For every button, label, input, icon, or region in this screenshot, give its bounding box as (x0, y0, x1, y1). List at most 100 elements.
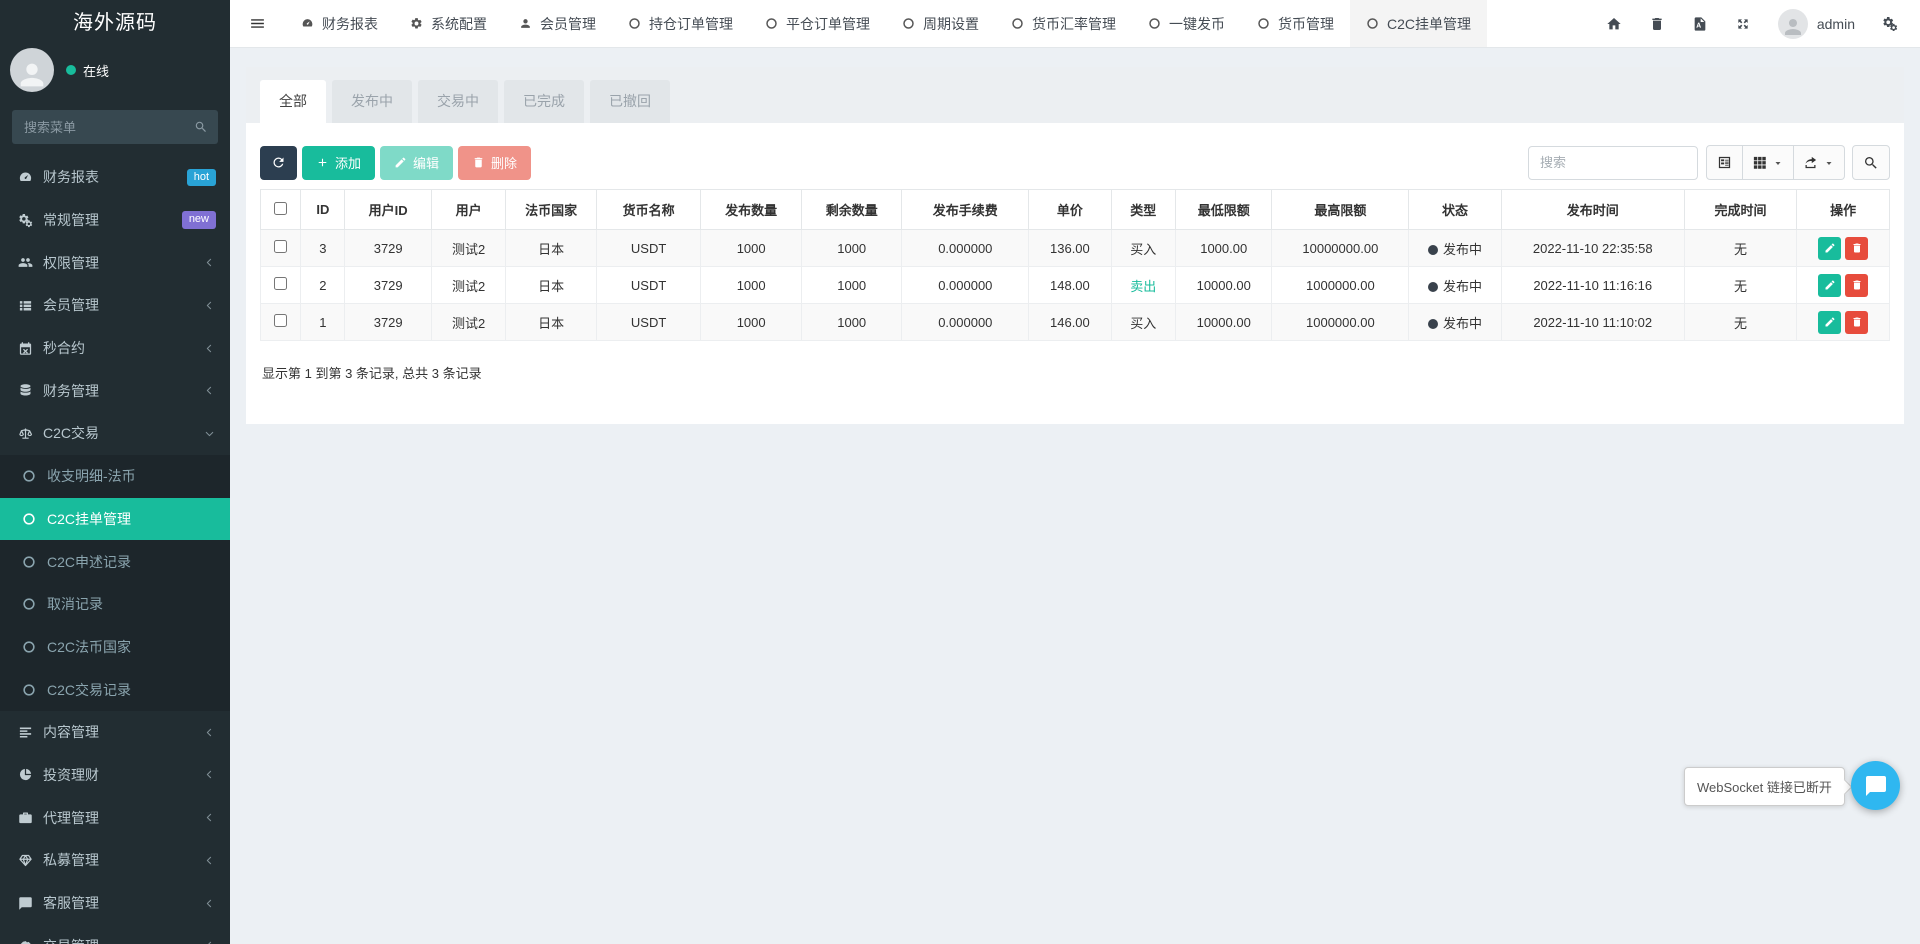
edit-button[interactable]: 编辑 (380, 146, 453, 180)
brand-title: 海外源码 (0, 0, 230, 46)
table-cell: 日本 (506, 230, 596, 267)
trash-icon (1851, 279, 1863, 291)
sidebar-item[interactable]: 财务报表hot (0, 156, 230, 199)
top-tab[interactable]: 货币管理 (1241, 0, 1350, 47)
columns-dropdown-button[interactable] (1743, 145, 1794, 180)
sidebar-item[interactable]: 代理管理 (0, 796, 230, 839)
table-search-input[interactable] (1528, 146, 1698, 180)
circle-icon (1148, 17, 1161, 30)
add-button[interactable]: 添加 (302, 146, 375, 180)
top-tab[interactable]: C2C挂单管理 (1350, 0, 1487, 47)
top-tab[interactable]: 一键发币 (1132, 0, 1241, 47)
table-cell: 买入 (1111, 230, 1175, 267)
delete-button[interactable]: 删除 (458, 146, 531, 180)
table-cell: 146.00 (1029, 304, 1111, 341)
circle-icon (765, 17, 778, 30)
clear-cache-icon[interactable] (1692, 16, 1708, 32)
fullscreen-icon[interactable] (1735, 16, 1751, 32)
row-delete-button[interactable] (1845, 274, 1868, 297)
topbar: 财务报表系统配置会员管理持仓订单管理平仓订单管理周期设置货币汇率管理一键发币货币… (230, 0, 1920, 48)
top-tab[interactable]: 货币汇率管理 (995, 0, 1132, 47)
sidebar-item[interactable]: 财务管理 (0, 369, 230, 412)
row-select-cell (261, 267, 301, 304)
circle-icon (22, 640, 47, 654)
top-tab[interactable]: 系统配置 (394, 0, 503, 47)
table-cell: 1000 (701, 267, 802, 304)
sidebar-item[interactable]: 会员管理 (0, 284, 230, 327)
row-edit-button[interactable] (1818, 311, 1841, 334)
top-tab-label: C2C挂单管理 (1387, 14, 1471, 34)
sidebar-item[interactable]: 取消记录 (0, 583, 230, 626)
sidebar-item-label: C2C交易记录 (47, 680, 216, 700)
settings-gears-icon[interactable] (1882, 16, 1898, 32)
status-cell: 发布中 (1409, 267, 1502, 304)
sidebar-item[interactable]: C2C交易记录 (0, 668, 230, 711)
home-icon[interactable] (1606, 16, 1622, 32)
row-checkbox[interactable] (274, 240, 287, 253)
sidebar-item[interactable]: 内容管理 (0, 711, 230, 754)
sidebar-item-label: C2C交易 (43, 423, 203, 443)
column-header: 货币名称 (596, 190, 701, 230)
sidebar-item[interactable]: 收支明细-法币 (0, 455, 230, 498)
sidebar-item[interactable]: C2C交易 (0, 412, 230, 455)
sidebar-item[interactable]: C2C申述记录 (0, 540, 230, 583)
table-cell: 10000.00 (1175, 267, 1272, 304)
sidebar-item[interactable]: 秒合约 (0, 327, 230, 370)
trash-icon[interactable] (1649, 16, 1665, 32)
table-cell: 10000000.00 (1272, 230, 1409, 267)
chevron-left-icon (203, 299, 216, 312)
pagination-toggle-button[interactable] (1706, 145, 1743, 180)
row-edit-button[interactable] (1818, 274, 1841, 297)
row-checkbox[interactable] (274, 277, 287, 290)
table-search-button[interactable] (1852, 145, 1890, 180)
sidebar-item[interactable]: 客服管理 (0, 882, 230, 925)
search-icon[interactable] (194, 120, 208, 134)
sidebar-item[interactable]: 交易管理 (0, 924, 230, 944)
filter-tab[interactable]: 交易中 (418, 80, 498, 123)
gauge-icon (301, 17, 314, 30)
chevron-down-icon (203, 427, 216, 440)
filter-tab[interactable]: 已撤回 (590, 80, 670, 123)
column-header: 用户 (431, 190, 505, 230)
top-tab[interactable]: 会员管理 (503, 0, 612, 47)
top-tab[interactable]: 周期设置 (886, 0, 995, 47)
top-tab[interactable]: 财务报表 (285, 0, 394, 47)
row-delete-button[interactable] (1845, 237, 1868, 260)
chat-bubble-icon (1864, 774, 1888, 798)
sidebar-item-label: 取消记录 (47, 594, 216, 614)
row-checkbox[interactable] (274, 314, 287, 327)
table-row: 23729测试2日本USDT100010000.000000148.00卖出10… (261, 267, 1890, 304)
sidebar-item-label: 代理管理 (43, 808, 203, 828)
export-dropdown-button[interactable] (1794, 145, 1845, 180)
menu-search-input[interactable] (12, 110, 218, 144)
table-cell: 日本 (506, 267, 596, 304)
user-menu[interactable]: admin (1778, 9, 1855, 39)
sidebar-item[interactable]: 投资理财 (0, 754, 230, 797)
export-icon (1803, 155, 1818, 170)
actions-cell (1797, 267, 1890, 304)
sidebar-item[interactable]: C2C法币国家 (0, 626, 230, 669)
chat-fab-button[interactable] (1851, 761, 1900, 810)
pencil-icon (1824, 316, 1836, 328)
hamburger-icon[interactable] (230, 0, 285, 47)
hot-badge: hot (187, 169, 216, 186)
row-delete-button[interactable] (1845, 311, 1868, 334)
panel: 全部发布中交易中已完成已撤回 添加 编辑 删除 (246, 67, 1904, 424)
sidebar-item[interactable]: 私募管理 (0, 839, 230, 882)
filter-tab[interactable]: 发布中 (332, 80, 412, 123)
table-row: 33729测试2日本USDT100010000.000000136.00买入10… (261, 230, 1890, 267)
sidebar-item[interactable]: 常规管理new (0, 199, 230, 242)
top-tab[interactable]: 持仓订单管理 (612, 0, 749, 47)
select-all-checkbox[interactable] (274, 202, 287, 215)
handshake-icon (18, 938, 43, 944)
top-tab[interactable]: 平仓订单管理 (749, 0, 886, 47)
sidebar-item[interactable]: C2C挂单管理 (0, 498, 230, 541)
filter-tab[interactable]: 已完成 (504, 80, 584, 123)
chevron-left-icon (203, 811, 216, 824)
filter-tab[interactable]: 全部 (260, 80, 326, 123)
new-badge: new (182, 211, 216, 228)
refresh-button[interactable] (260, 146, 297, 180)
row-edit-button[interactable] (1818, 237, 1841, 260)
sidebar-item[interactable]: 权限管理 (0, 241, 230, 284)
app-root: 海外源码 在线 财务报表hot常规管理new权限管理会员管理秒合约财务管理C2C… (0, 0, 1920, 944)
